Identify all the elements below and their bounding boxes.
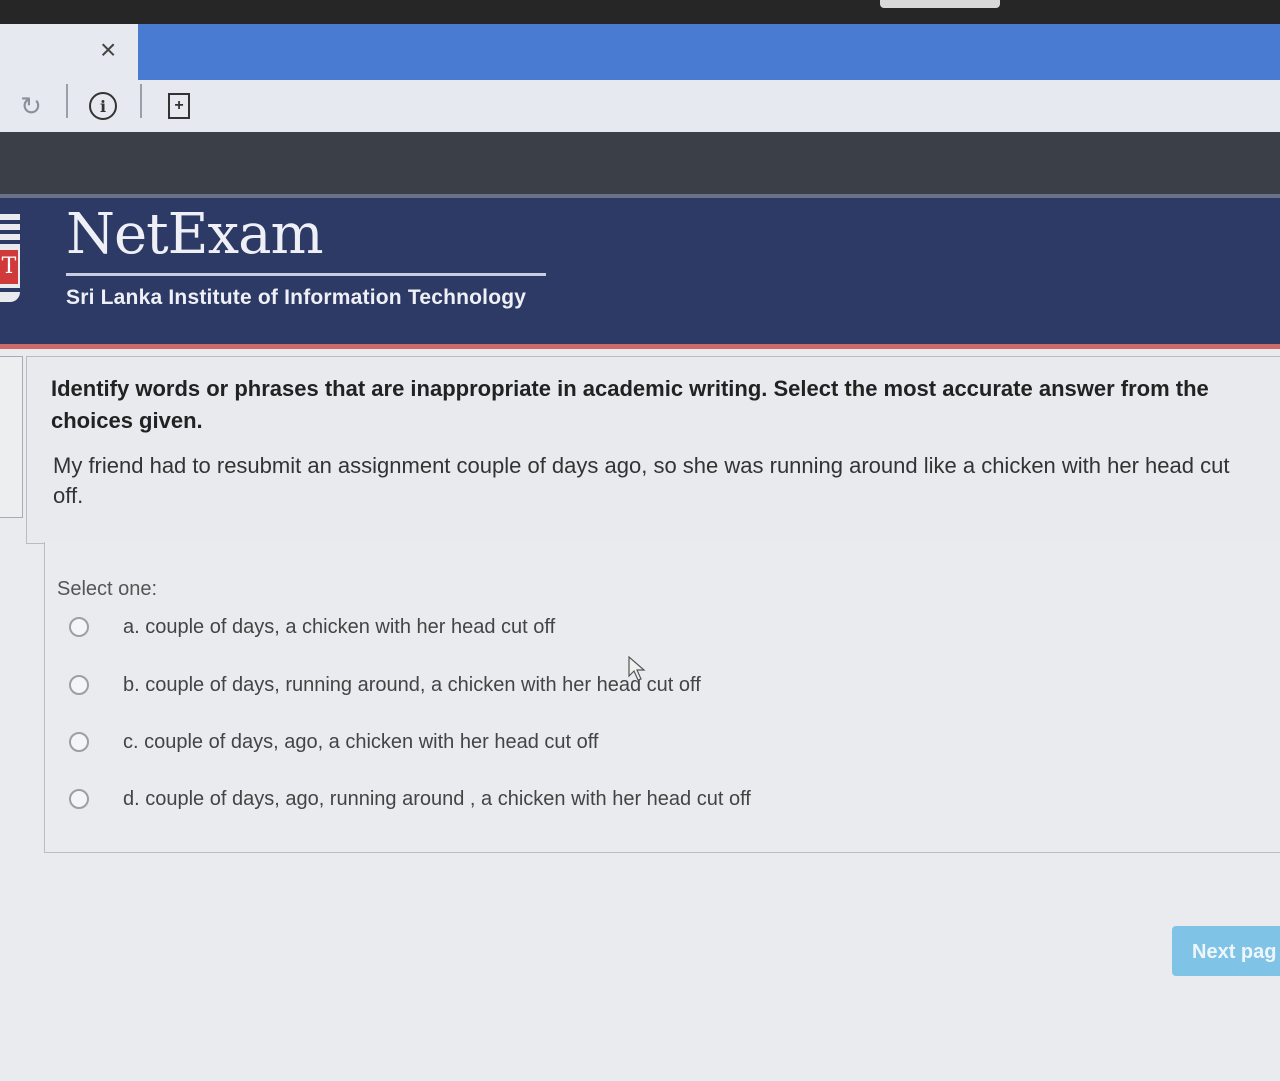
bezel-glare [880, 0, 1000, 8]
site-title: NetExam [66, 202, 324, 267]
tab-strip: × [0, 24, 1280, 80]
answer-option-text: d. couple of days, ago, running around ,… [123, 787, 751, 810]
close-tab-icon[interactable]: × [100, 36, 116, 64]
select-one-label: Select one: [57, 578, 158, 600]
crest-letter: T [0, 250, 18, 284]
browser-toolbar: ↻ i + [0, 80, 1280, 132]
sliit-crest-logo: T [0, 214, 20, 302]
question-sentence: My friend had to resubmit an assignment … [53, 453, 1230, 508]
answer-option-text: c. couple of days, ago, a chicken with h… [123, 730, 599, 753]
question-prompt: Identify words or phrases that are inapp… [51, 376, 1209, 433]
answer-option-b[interactable]: b. couple of days, running around, a chi… [69, 668, 701, 702]
bookmark-icon[interactable]: + [164, 90, 194, 122]
info-icon[interactable]: i [88, 90, 118, 122]
browser-tab[interactable]: × [0, 24, 138, 80]
question-card: Identify words or phrases that are inapp… [26, 356, 1280, 544]
site-subtitle: Sri Lanka Institute of Information Techn… [66, 286, 527, 309]
answer-option-d[interactable]: d. couple of days, ago, running around ,… [69, 782, 751, 816]
mouse-pointer-icon [628, 656, 646, 681]
answer-option-c[interactable]: c. couple of days, ago, a chicken with h… [69, 725, 598, 759]
site-header: T NetExam Sri Lanka Institute of Informa… [0, 194, 1280, 349]
answer-option-a[interactable]: a. couple of days, a chicken with her he… [69, 610, 555, 644]
quiz-navigation-block[interactable] [0, 356, 23, 518]
next-page-button[interactable]: Next pag [1172, 926, 1280, 976]
toolbar-divider [140, 84, 142, 118]
answer-block: Select one: a. couple of days, a chicken… [44, 542, 1280, 853]
answer-option-text: b. couple of days, running around, a chi… [123, 673, 701, 696]
radio-button[interactable] [69, 789, 89, 809]
toolbar-divider [66, 84, 68, 118]
radio-button[interactable] [69, 675, 89, 695]
logo-underline [66, 273, 546, 276]
reload-icon[interactable]: ↻ [16, 90, 46, 122]
screen-bezel [0, 0, 1280, 24]
answer-option-text: a. couple of days, a chicken with her he… [123, 615, 556, 638]
browser-chrome-band [0, 132, 1280, 194]
radio-button[interactable] [69, 617, 89, 637]
radio-button[interactable] [69, 732, 89, 752]
